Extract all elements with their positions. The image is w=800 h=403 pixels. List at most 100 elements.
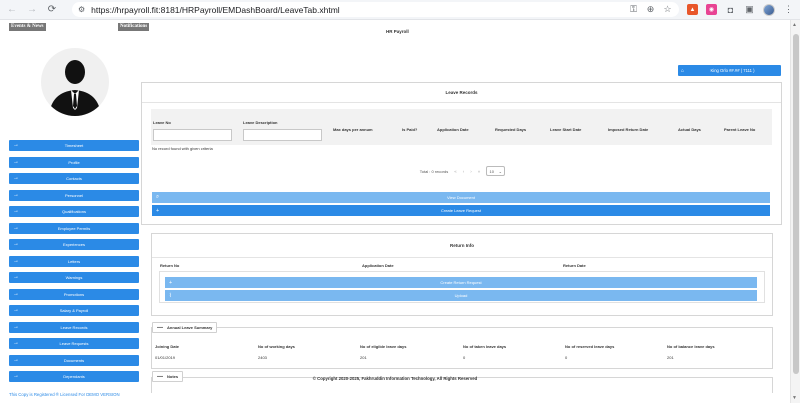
bookmark-star-icon[interactable]: ☆ xyxy=(662,4,673,15)
upload-button[interactable]: ⌇ Upload xyxy=(165,290,757,301)
leave-no-filter-input[interactable] xyxy=(153,129,232,141)
top-header: Events & News Notifications HR Payroll xyxy=(0,20,790,34)
col-return-date: Return Date xyxy=(563,263,586,268)
record-count: Total : 0 records xyxy=(419,168,449,174)
arrow-right-icon: → xyxy=(13,290,19,297)
user-button[interactable]: ⌂ King Orlo ##.## ( 7111 ) xyxy=(678,65,781,76)
col-actual-days: Actual Days xyxy=(678,127,701,132)
balance-leave-days-value: 201 xyxy=(667,355,674,360)
col-parent-leave-no: Parent Leave No xyxy=(724,127,756,132)
scroll-up-icon[interactable]: ▲ xyxy=(792,22,797,28)
extensions-puzzle-icon[interactable]: ▣ xyxy=(744,4,755,15)
extension-fox-icon[interactable]: ▲ xyxy=(687,4,698,15)
zoom-icon[interactable]: ⊕ xyxy=(645,4,656,15)
password-key-icon[interactable]: ⚿ xyxy=(628,4,639,15)
sidebar-item-employee-permits[interactable]: → Employee Permits xyxy=(9,222,139,234)
sidebar-item-personnel[interactable]: → Personnel xyxy=(9,189,139,201)
scrollbar-thumb[interactable] xyxy=(793,34,799,374)
return-info-panel: Return Info Return No Application Date R… xyxy=(151,233,773,316)
col-return-application-date: Application Date xyxy=(362,263,394,268)
empty-message: No record found with given criteria xyxy=(152,146,213,151)
next-page-button[interactable]: › xyxy=(470,169,472,174)
sidebar-item-leave-requests[interactable]: → Leave Requests xyxy=(9,338,139,349)
reload-icon[interactable]: ⟳ xyxy=(46,4,58,16)
extension-pink-icon[interactable]: ◉ xyxy=(706,4,717,15)
col-leave-description: Leave Description xyxy=(243,120,278,125)
col-leave-no: Leave No xyxy=(153,120,171,125)
footer-copyright: © Copyright 2020-2025, Fakhruddin Inform… xyxy=(312,376,478,381)
eligible-leave-days-value: 201 xyxy=(360,355,367,360)
first-page-button[interactable]: « xyxy=(454,169,457,174)
events-news-tab[interactable]: Events & News xyxy=(9,23,46,31)
forward-icon[interactable]: → xyxy=(26,4,38,16)
arrow-right-icon: → xyxy=(13,224,19,231)
browser-toolbar: ← → ⟳ ⚙ https://hrpayroll.fit:8181/HRPay… xyxy=(0,0,800,20)
taken-leave-days-value: 0 xyxy=(463,355,466,360)
sidebar-item-profile[interactable]: → Profile xyxy=(9,156,139,168)
menu-dots-icon[interactable]: ⋮ xyxy=(783,4,794,15)
arrow-right-icon: → xyxy=(13,340,19,346)
last-page-button[interactable]: » xyxy=(478,169,481,174)
leave-description-filter-input[interactable] xyxy=(243,129,322,141)
col-taken-leave-days: No of taken leave days xyxy=(463,344,507,349)
sidebar-item-leave-records[interactable]: → Leave Records xyxy=(9,321,139,333)
sidebar-menu: → Timesheet → Profile → Contacts → Personnel… xyxy=(9,140,139,382)
create-return-request-button[interactable]: + Create Return Request xyxy=(165,277,757,288)
arrow-right-icon: → xyxy=(13,241,19,247)
col-leave-start-date: Leave Start Date xyxy=(550,127,582,132)
annual-leave-summary-panel: Joining Date No of working days No of el… xyxy=(151,327,773,369)
annual-summary-toggle[interactable]: — Annual Leave Summary xyxy=(152,322,218,333)
sidebar-item-timesheet[interactable]: → Timesheet xyxy=(9,140,139,151)
page-size-select[interactable]: 10 ⌄ xyxy=(486,166,506,176)
arrow-right-icon: → xyxy=(13,257,19,264)
vertical-scrollbar[interactable]: ▲ ▼ xyxy=(790,20,800,403)
col-application-date: Application Date xyxy=(437,127,469,132)
sidebar: → Timesheet → Profile → Contacts → Personnel… xyxy=(9,40,139,388)
main-content: Leave Records Leave No Leave Description… xyxy=(141,82,782,393)
search-icon: ⌕ xyxy=(156,194,160,200)
sidebar-item-qualifications[interactable]: → Qualifications xyxy=(9,206,139,217)
col-reserved-leave-days: No of reserved leave days xyxy=(565,344,615,349)
sidebar-item-letters[interactable]: → Letters xyxy=(9,255,139,267)
plus-icon: + xyxy=(169,279,173,286)
sidebar-item-documents[interactable]: → Documents xyxy=(9,354,139,366)
profile-avatar[interactable] xyxy=(763,3,775,16)
arrow-right-icon: → xyxy=(13,208,19,214)
arrow-right-icon: → xyxy=(13,274,19,280)
sidebar-item-salary-payroll[interactable]: → Salary & Payroll xyxy=(9,305,139,316)
col-imposed-return-date: Imposed Return Date xyxy=(608,127,649,132)
col-max-days: Max days per annum xyxy=(333,127,373,132)
sidebar-item-contacts[interactable]: → Contacts xyxy=(9,173,139,184)
license-notice: This Copy is Registered ® Licensed For D… xyxy=(9,392,120,397)
col-eligible-leave-days: No of eligible leave days xyxy=(360,344,407,349)
avatar xyxy=(41,48,109,116)
leave-records-panel: Leave Records Leave No Leave Description… xyxy=(141,82,782,225)
back-icon[interactable]: ← xyxy=(6,4,18,16)
camera-icon[interactable]: ◘ xyxy=(725,4,736,15)
address-bar[interactable]: ⚙ https://hrpayroll.fit:8181/HRPayroll/E… xyxy=(72,2,679,17)
plus-icon: + xyxy=(156,207,160,214)
site-info-icon[interactable]: ⚙ xyxy=(78,5,85,14)
sidebar-item-experiences[interactable]: → Experiences xyxy=(9,239,139,250)
url-text[interactable]: https://hrpayroll.fit:8181/HRPayroll/EMD… xyxy=(91,5,340,15)
page-content: Events & News Notifications HR Payroll →… xyxy=(0,20,790,403)
col-requested-days: Requested Days xyxy=(495,127,527,132)
joining-date-value: 01/01/2019 xyxy=(155,355,176,360)
working-days-value: 2403 xyxy=(258,355,267,360)
sidebar-item-promotions[interactable]: → Promotions xyxy=(9,288,139,300)
leave-records-title: Leave Records xyxy=(142,83,781,103)
minus-icon: — xyxy=(157,324,163,331)
arrow-right-icon: → xyxy=(13,323,19,330)
paperclip-icon: ⌇ xyxy=(169,292,172,299)
scroll-down-icon[interactable]: ▼ xyxy=(792,395,797,401)
arrow-right-icon: → xyxy=(13,142,19,148)
paginator: Total : 0 records « ‹ › » 10 ⌄ xyxy=(142,166,783,176)
prev-page-button[interactable]: ‹ xyxy=(463,169,465,174)
notifications-tab[interactable]: Notifications xyxy=(118,23,150,31)
sidebar-item-warnings[interactable]: → Warnings xyxy=(9,272,139,283)
create-leave-request-button[interactable]: + Create Leave Request xyxy=(152,205,770,216)
arrow-right-icon: → xyxy=(13,191,19,198)
col-balance-leave-days: No of balance leave days xyxy=(667,344,715,349)
col-is-paid: Is Paid? xyxy=(402,127,418,132)
view-document-button[interactable]: ⌕ View Document xyxy=(152,192,770,203)
